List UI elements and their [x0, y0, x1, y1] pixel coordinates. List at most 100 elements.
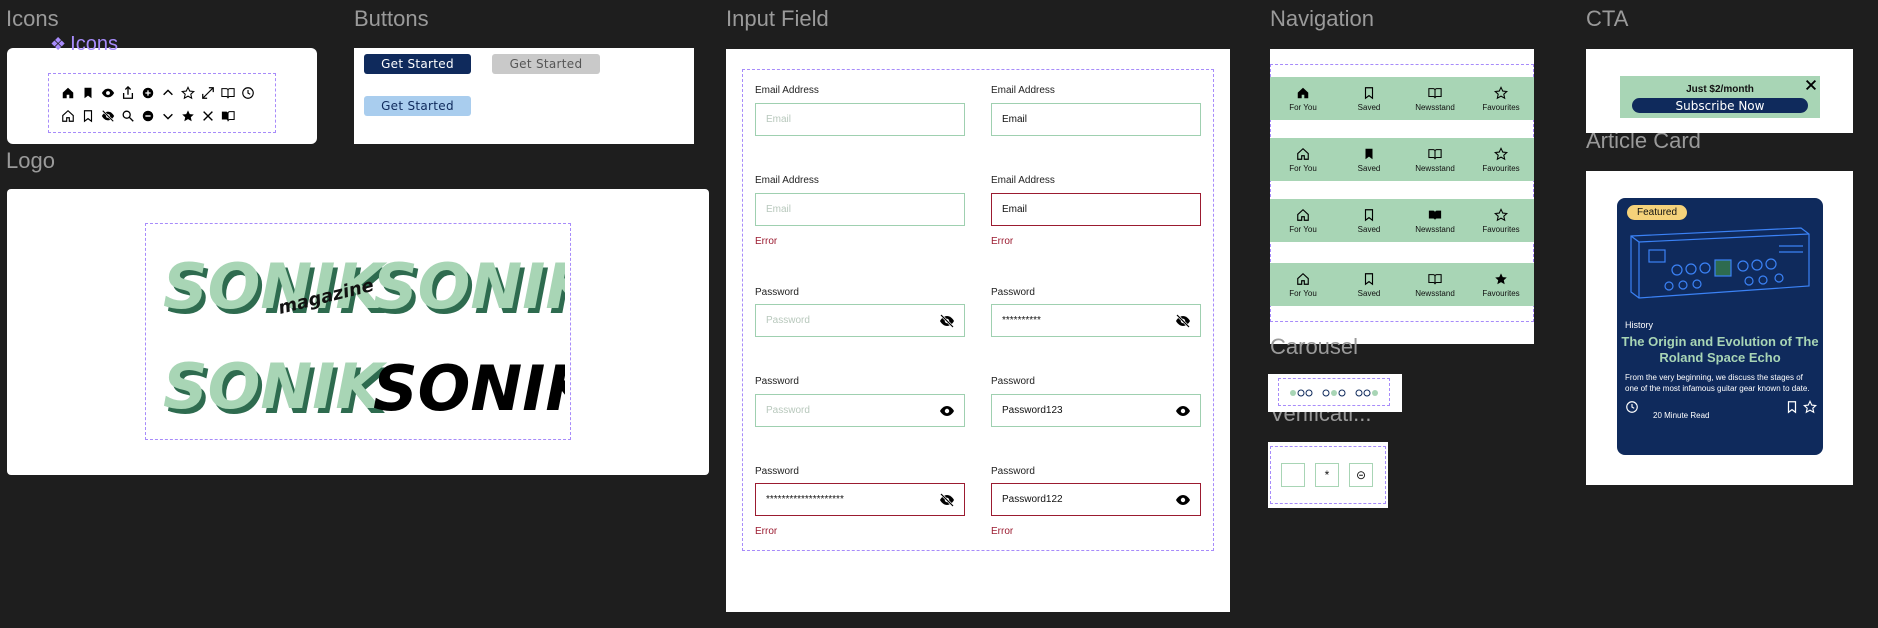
nav-item-for-you[interactable]: For You [1276, 147, 1331, 173]
book-open-icon[interactable] [219, 84, 237, 102]
bottom-nav-newsstand-active: For You Saved Newsstand Favourites [1270, 199, 1534, 242]
password-label: Password [991, 466, 1035, 477]
email-field-filled[interactable]: Email [991, 103, 1201, 136]
nav-item-for-you[interactable]: For You [1276, 86, 1331, 112]
error-message: Error [991, 236, 1014, 247]
password-label: Password [991, 376, 1035, 387]
home-outline-icon[interactable] [59, 107, 77, 125]
nav-item-newsstand[interactable]: Newsstand [1408, 272, 1463, 298]
star-outline-icon[interactable] [1803, 400, 1817, 414]
nav-item-for-you[interactable]: For You [1276, 272, 1331, 298]
password-label: Password [755, 287, 799, 298]
password-field-masked[interactable]: ********** [991, 304, 1201, 337]
nav-item-saved[interactable]: Saved [1342, 147, 1397, 173]
bottom-nav-saved-active: For You Saved Newsstand Favourites [1270, 138, 1534, 181]
share-icon[interactable] [119, 84, 137, 102]
book-open-icon [1428, 273, 1442, 284]
nav-item-for-you[interactable]: For You [1276, 208, 1331, 234]
password-field-empty[interactable]: Password [755, 304, 965, 337]
nav-item-newsstand[interactable]: Newsstand [1408, 147, 1463, 173]
article-title: The Origin and Evolution of The Roland S… [1621, 334, 1819, 365]
close-icon[interactable] [199, 107, 217, 125]
section-title-input-field: Input Field [726, 6, 829, 31]
eye-off-icon[interactable] [1174, 313, 1192, 329]
icon-row-2 [59, 107, 237, 125]
section-title-navigation: Navigation [1270, 6, 1374, 31]
chevron-down-icon[interactable] [159, 107, 177, 125]
verification-box-active[interactable]: ⊝ [1349, 463, 1373, 487]
nav-item-favourites[interactable]: Favourites [1474, 207, 1529, 234]
eye-icon[interactable] [99, 84, 117, 102]
svg-text:SONIK: SONIK [373, 352, 565, 425]
icons-component-label: ❖ Icons [50, 33, 118, 55]
bookmark-filled-icon[interactable] [79, 84, 97, 102]
minus-circle-icon[interactable] [139, 107, 157, 125]
email-field-default[interactable]: Email [755, 103, 965, 136]
verification-box-filled[interactable]: * [1315, 463, 1339, 487]
nav-item-favourites[interactable]: Favourites [1474, 85, 1529, 112]
nav-item-newsstand[interactable]: Newsstand [1408, 208, 1463, 234]
article-card[interactable]: Featured History The Origin and Evolutio… [1617, 198, 1823, 455]
get-started-button-hover[interactable]: Get Started [364, 96, 471, 116]
error-message: Error [755, 526, 778, 537]
email-field-error-empty[interactable]: Email [755, 193, 965, 226]
logo-sonik-magazine: SONIK SONIK magazine [163, 250, 391, 328]
component-diamond-icon: ❖ [50, 34, 67, 54]
book-open-icon [1428, 148, 1442, 159]
password-value: ********** [1002, 315, 1041, 326]
nav-item-newsstand[interactable]: Newsstand [1408, 86, 1463, 112]
star-outline-icon [1494, 85, 1508, 99]
verification-box-empty[interactable] [1281, 463, 1305, 487]
nav-item-favourites[interactable]: Favourites [1474, 272, 1529, 298]
star-filled-icon[interactable] [179, 107, 197, 125]
password-label: Password [755, 376, 799, 387]
password-field-visible[interactable]: Password123 [991, 394, 1201, 427]
bookmark-outline-icon [1364, 208, 1374, 221]
eye-icon[interactable] [938, 403, 956, 419]
section-title-cta: CTA [1586, 6, 1629, 31]
password-field-empty-visible[interactable]: Password [755, 394, 965, 427]
subscribe-button[interactable]: Subscribe Now [1632, 98, 1808, 113]
read-time: 20 Minute Read [1653, 411, 1710, 420]
home-outline-icon [1297, 208, 1309, 221]
bottom-nav-favourites-active: For You Saved Newsstand Favourites [1270, 263, 1534, 306]
password-field-error-masked[interactable]: ******************** [755, 483, 965, 516]
eye-icon[interactable] [1174, 492, 1192, 508]
home-outline-icon [1297, 147, 1309, 160]
bookmark-outline-icon[interactable] [1785, 400, 1799, 414]
password-placeholder: Password [766, 315, 810, 326]
book-icon[interactable] [219, 107, 237, 125]
nav-item-saved[interactable]: Saved [1342, 86, 1397, 112]
clock-icon[interactable] [239, 84, 257, 102]
home-filled-icon [1297, 87, 1309, 98]
password-value: Password122 [1002, 494, 1063, 505]
bookmark-outline-icon[interactable] [79, 107, 97, 125]
plus-circle-icon[interactable] [139, 84, 157, 102]
article-category: History [1625, 320, 1654, 330]
home-filled-icon[interactable] [59, 84, 77, 102]
get-started-button-disabled[interactable]: Get Started [492, 54, 600, 74]
close-icon[interactable] [1804, 78, 1818, 92]
email-label: Email Address [991, 85, 1055, 96]
eye-off-icon[interactable] [938, 492, 956, 508]
space-echo-illustration [1630, 227, 1810, 299]
eye-off-icon[interactable] [938, 313, 956, 329]
nav-item-favourites[interactable]: Favourites [1474, 146, 1529, 173]
navigation-panel: For You Saved Newsstand Favourites For Y… [1270, 49, 1534, 344]
star-outline-icon[interactable] [179, 84, 197, 102]
search-icon[interactable] [119, 107, 137, 125]
get-started-button-primary[interactable]: Get Started [364, 54, 471, 74]
eye-icon[interactable] [1174, 403, 1192, 419]
chevron-up-icon[interactable] [159, 84, 177, 102]
carousel-panel [1268, 374, 1402, 412]
carousel-frame [1278, 378, 1390, 406]
email-field-error[interactable]: Email [991, 193, 1201, 226]
password-field-error-visible[interactable]: Password122 [991, 483, 1201, 516]
expand-icon[interactable] [199, 84, 217, 102]
password-placeholder: Password [766, 405, 810, 416]
eye-off-icon[interactable] [99, 107, 117, 125]
nav-item-saved[interactable]: Saved [1342, 272, 1397, 298]
svg-text:SONIK: SONIK [373, 250, 565, 323]
carousel-indicators [1290, 389, 1378, 397]
nav-item-saved[interactable]: Saved [1342, 208, 1397, 234]
